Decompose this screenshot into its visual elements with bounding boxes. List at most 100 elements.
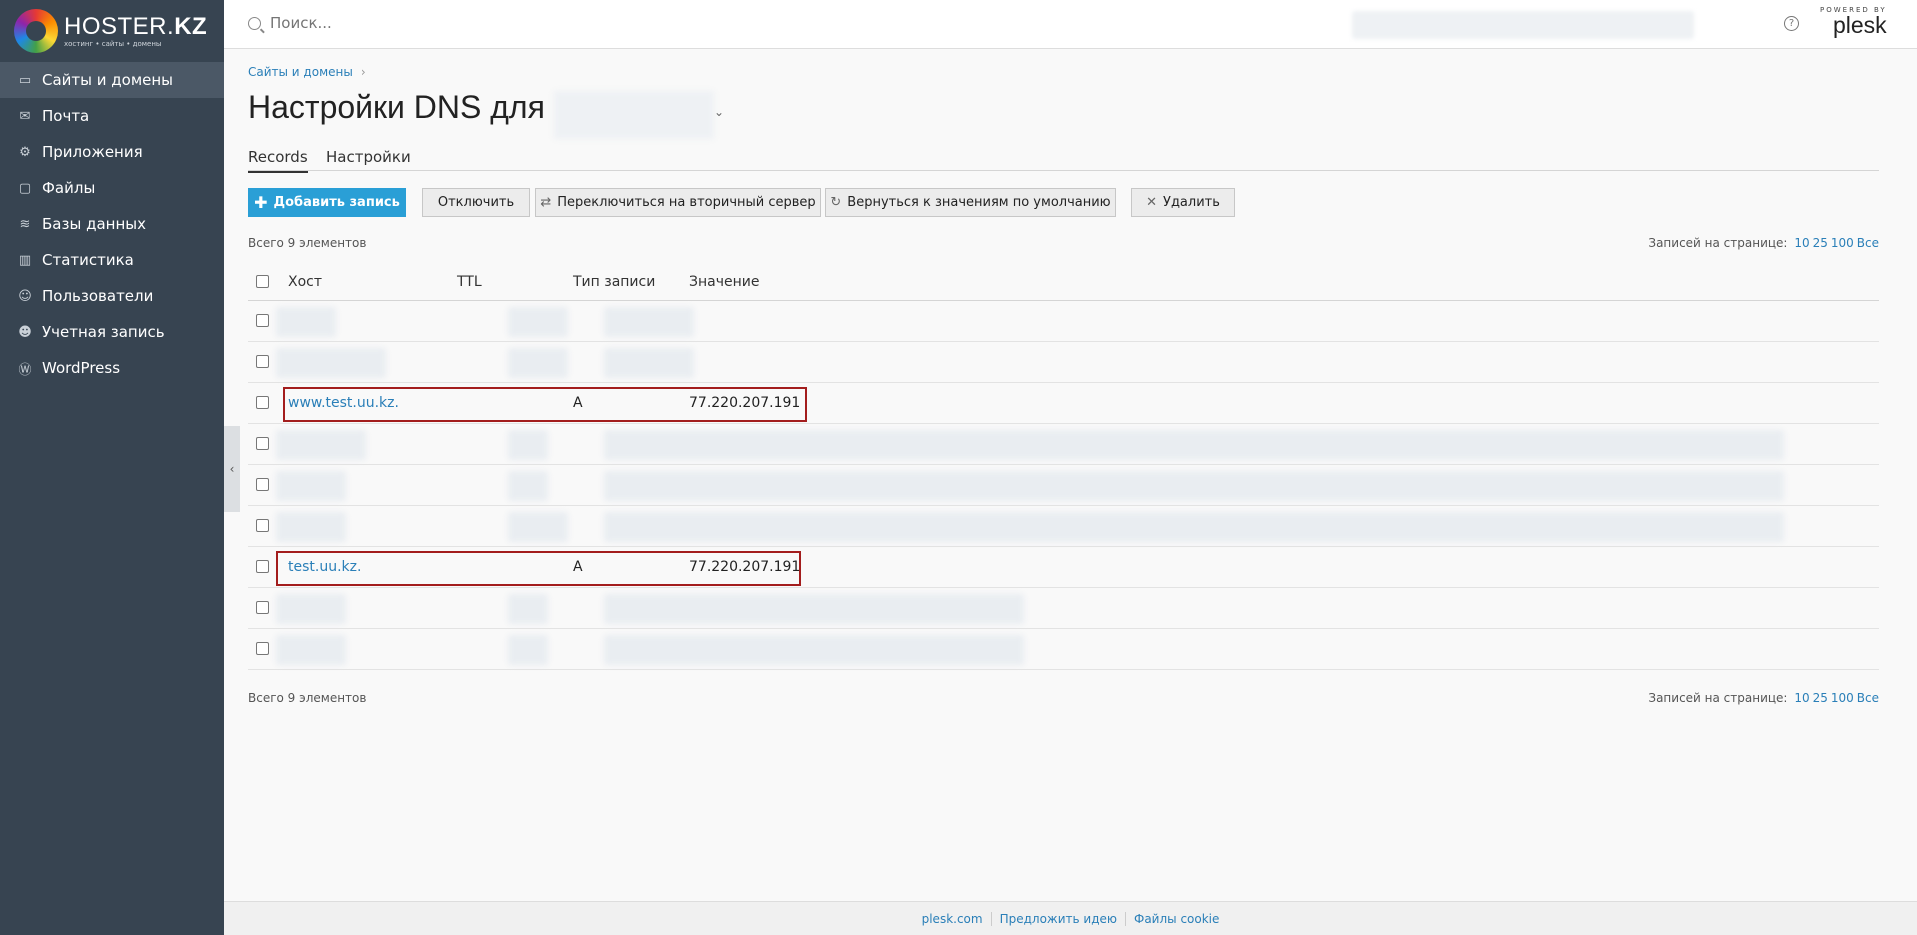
breadcrumb: Сайты и домены › (248, 65, 366, 79)
switch-secondary-button[interactable]: ⇄ Переключиться на вторичный сервер (535, 188, 821, 217)
account-menu[interactable] (1352, 11, 1694, 39)
plus-icon: ✚ (254, 193, 268, 212)
per-page-selector: Записей на странице: 10 25 100 Все (1648, 236, 1879, 250)
row-checkbox[interactable] (256, 437, 269, 450)
redacted-cell (604, 594, 1024, 624)
redacted-cell (604, 348, 694, 378)
row-checkbox[interactable] (256, 519, 269, 532)
top-bar: ? POWERED BY plesk (224, 0, 1917, 49)
sidebar-item-label: WordPress (42, 359, 121, 377)
sidebar-item-7[interactable]: ☻ Учетная запись (0, 314, 224, 350)
row-checkbox[interactable] (256, 396, 269, 409)
per-page-100[interactable]: 100 (1831, 691, 1854, 705)
row-checkbox[interactable] (256, 355, 269, 368)
redacted-cell (508, 635, 548, 665)
search-icon (248, 16, 261, 30)
sidebar-item-3[interactable]: ▢ Файлы (0, 170, 224, 206)
sidebar-item-1[interactable]: ✉ Почта (0, 98, 224, 134)
switch-icon: ⇄ (540, 195, 552, 210)
redacted-cell (276, 512, 346, 542)
restore-defaults-button[interactable]: ↻ Вернуться к значениям по умолчанию (825, 188, 1116, 217)
sidebar-item-4[interactable]: ≋ Базы данных (0, 206, 224, 242)
table-body: www.test.uu.kz. A 77.220.207.191 test.uu.kz… (248, 301, 1879, 670)
footer: plesk.com Предложить идею Файлы cookie (224, 901, 1917, 935)
sidebar-nav: ▭ Сайты и домены ✉ Почта ⚙ Приложения ▢ Файлы ≋ Б… (0, 62, 224, 386)
redacted-cell (508, 512, 568, 542)
table-row (248, 465, 1879, 506)
search-input[interactable] (270, 14, 570, 32)
folder-icon: ▢ (18, 180, 32, 196)
highlight-box (283, 387, 807, 422)
redacted-cell (604, 430, 1784, 460)
column-value[interactable]: Значение (689, 274, 759, 290)
table-row (248, 588, 1879, 629)
row-checkbox[interactable] (256, 478, 269, 491)
sidebar-collapse-toggle[interactable]: ‹ (224, 426, 240, 512)
delete-button[interactable]: ✕ Удалить (1131, 188, 1235, 217)
per-page-100[interactable]: 100 (1831, 236, 1854, 250)
brand-tagline: хостинг • сайты • домены (64, 39, 162, 48)
per-page-selector: Записей на странице: 10 25 100 Все (1648, 691, 1879, 705)
add-record-button[interactable]: ✚ Добавить запись (248, 188, 406, 217)
row-checkbox[interactable] (256, 314, 269, 327)
redacted-cell (604, 512, 1784, 542)
highlight-box (276, 551, 801, 586)
redacted-cell (604, 307, 694, 337)
sidebar-item-8[interactable]: Ⓦ WordPress (0, 350, 224, 386)
domain-selector[interactable] (554, 91, 714, 139)
chevron-down-icon[interactable]: ⌄ (714, 105, 724, 119)
redacted-cell (604, 635, 1024, 665)
redacted-cell (276, 430, 366, 460)
footer-link-idea[interactable]: Предложить идею (992, 912, 1125, 926)
brand-mark-icon (14, 9, 58, 53)
row-checkbox[interactable] (256, 642, 269, 655)
sidebar-item-label: Сайты и домены (42, 71, 174, 89)
per-page-10[interactable]: 10 (1794, 236, 1809, 250)
redacted-cell (276, 307, 336, 337)
per-page-10[interactable]: 10 (1794, 691, 1809, 705)
tab-records[interactable]: Records (248, 148, 308, 173)
column-host[interactable]: Хост (288, 274, 322, 290)
redacted-cell (604, 471, 1784, 501)
user-icon: ☺ (18, 288, 32, 304)
per-page-all[interactable]: Все (1857, 236, 1879, 250)
per-page-25[interactable]: 25 (1813, 236, 1828, 250)
close-icon: ✕ (1146, 195, 1158, 210)
brand-logo[interactable]: HOSTER.KZ хостинг • сайты • домены (0, 0, 224, 62)
select-all-checkbox[interactable] (256, 275, 269, 288)
sidebar-item-5[interactable]: ▥ Статистика (0, 242, 224, 278)
total-count: Всего 9 элементов (248, 691, 367, 705)
table-row (248, 342, 1879, 383)
column-ttl[interactable]: TTL (457, 274, 482, 290)
plesk-logo: POWERED BY plesk (1820, 6, 1887, 38)
sidebar-item-label: Базы данных (42, 215, 146, 233)
breadcrumb-link[interactable]: Сайты и домены (248, 65, 353, 79)
help-icon[interactable]: ? (1784, 16, 1799, 31)
redacted-cell (276, 635, 346, 665)
chevron-right-icon: › (360, 65, 366, 79)
redacted-cell (508, 430, 548, 460)
footer-link-cookie[interactable]: Файлы cookie (1126, 912, 1227, 926)
row-checkbox[interactable] (256, 560, 269, 573)
account-icon: ☻ (18, 324, 32, 340)
per-page-all[interactable]: Все (1857, 691, 1879, 705)
per-page-25[interactable]: 25 (1813, 691, 1828, 705)
chevron-left-icon: ‹ (229, 462, 235, 476)
table-row: www.test.uu.kz. A 77.220.207.191 (248, 383, 1879, 424)
tab-settings[interactable]: Настройки (326, 148, 411, 171)
table-row: test.uu.kz. A 77.220.207.191 (248, 547, 1879, 588)
redacted-cell (508, 471, 548, 501)
row-checkbox[interactable] (256, 601, 269, 614)
sidebar-item-6[interactable]: ☺ Пользователи (0, 278, 224, 314)
page-title: Настройки DNS для (248, 89, 545, 125)
sidebar-item-0[interactable]: ▭ Сайты и домены (0, 62, 224, 98)
footer-link-plesk[interactable]: plesk.com (914, 912, 991, 926)
disable-button[interactable]: Отключить (422, 188, 530, 217)
total-count: Всего 9 элементов (248, 236, 367, 250)
sidebar-item-2[interactable]: ⚙ Приложения (0, 134, 224, 170)
brand-name: HOSTER.KZ (64, 12, 208, 40)
redacted-cell (276, 471, 346, 501)
database-icon: ≋ (19, 216, 31, 232)
column-type[interactable]: Тип записи (573, 274, 655, 290)
sidebar-item-label: Почта (42, 107, 90, 125)
